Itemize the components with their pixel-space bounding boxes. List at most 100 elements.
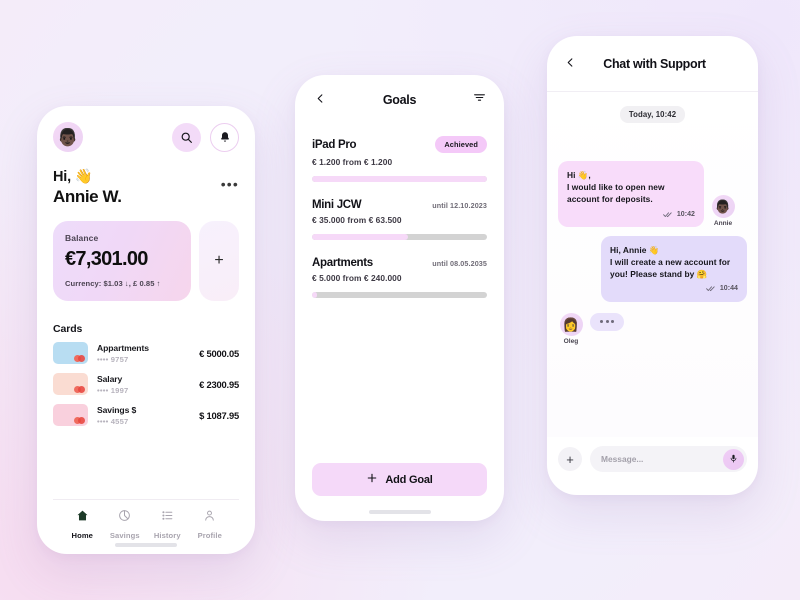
more-options-button[interactable]: ••• xyxy=(221,168,239,192)
message-bubble[interactable]: Hi, Annie 👋 I will create a new account … xyxy=(601,235,747,302)
card-digits: •••• 4557 xyxy=(97,416,129,426)
chat-header: Chat with Support xyxy=(547,36,758,92)
home-icon xyxy=(76,509,89,527)
author-name: Annie xyxy=(713,219,733,227)
goal-deadline: until 08.05.2035 xyxy=(432,258,487,268)
list-item[interactable]: iPad Pro Achieved € 1.200 from € 1.200 xyxy=(312,136,487,182)
goals-content: Goals iPad Pro Achieved € 1.200 from € 1… xyxy=(295,75,504,521)
balance-card-stack xyxy=(60,296,184,306)
chat-messages: Today, 10:42 Hi 👋, I would like to open … xyxy=(547,92,758,437)
list-item[interactable]: Apartments until 08.05.2035 € 5.000 from… xyxy=(312,257,487,298)
message-text: Hi, Annie 👋 I will create a new account … xyxy=(610,244,731,280)
message-time: 10:44 xyxy=(719,285,738,293)
typing-dots-icon xyxy=(590,312,624,331)
message-meta: 10:42 xyxy=(567,209,695,221)
goals-header: Goals xyxy=(312,92,487,108)
goal-name: Mini JCW xyxy=(312,199,362,211)
message-author: 👨🏿 Annie xyxy=(710,194,736,227)
card-amount: € 2300.95 xyxy=(199,378,239,390)
tab-profile[interactable]: Profile xyxy=(189,509,232,540)
goal-header: Mini JCW until 12.10.2023 xyxy=(312,199,487,211)
goals-list: iPad Pro Achieved € 1.200 from € 1.200 M… xyxy=(312,136,487,298)
chevron-left-icon xyxy=(315,91,326,109)
greeting-text: Hi, 👋 xyxy=(53,169,93,185)
page-title: Chat with Support xyxy=(603,56,706,71)
balance-card[interactable]: Balance €7,301.00 Currency: $1.03 ↓, £ 0… xyxy=(53,221,191,306)
filter-icon xyxy=(473,91,486,109)
bottom-navigation: Home Savings History Profile xyxy=(53,499,239,543)
home-content: 👨🏿 Hi, 👋 Annie W. ••• Balance €7,301.00 … xyxy=(37,106,255,554)
greeting-row: Hi, 👋 Annie W. ••• xyxy=(53,168,239,207)
card-thumbnail xyxy=(53,404,88,426)
person-icon xyxy=(203,509,216,527)
balance-row: Balance €7,301.00 Currency: $1.03 ↓, £ 0… xyxy=(53,221,239,306)
tab-label: Profile xyxy=(197,531,222,540)
day-timestamp: Today, 10:42 xyxy=(619,106,686,123)
balance-amount: €7,301.00 xyxy=(65,248,148,270)
message-row-outgoing: Hi, Annie 👋 I will create a new account … xyxy=(558,235,747,302)
double-check-icon xyxy=(662,209,673,221)
avatar[interactable]: 👨🏿 xyxy=(53,122,83,152)
back-button[interactable] xyxy=(562,56,578,72)
card-name: Salary xyxy=(97,373,123,384)
notifications-button[interactable] xyxy=(210,122,239,152)
goal-name: iPad Pro xyxy=(312,138,357,151)
card-digits: •••• 1997 xyxy=(97,385,129,395)
message-composer: + Message... xyxy=(547,437,758,484)
filter-button[interactable] xyxy=(471,92,487,108)
progress-fill xyxy=(312,176,487,182)
search-icon xyxy=(180,131,193,144)
home-header: 👨🏿 xyxy=(53,122,239,152)
progress-bar xyxy=(312,234,487,240)
phone-chat-screen: Chat with Support Today, 10:42 Hi 👋, I w… xyxy=(547,36,758,495)
card-meta: Savings $ •••• 4557 xyxy=(97,405,190,426)
avatar[interactable]: 👨🏿 xyxy=(711,194,735,218)
add-goal-area: Add Goal xyxy=(312,463,487,510)
avatar[interactable]: 👩 xyxy=(559,312,583,336)
home-indicator xyxy=(368,510,431,514)
list-item[interactable]: Salary •••• 1997 € 2300.95 xyxy=(53,373,239,395)
author-name: Oleg xyxy=(563,337,579,345)
tab-savings[interactable]: Savings xyxy=(104,509,147,540)
search-button[interactable] xyxy=(172,122,201,152)
tab-home[interactable]: Home xyxy=(61,509,104,540)
attach-button[interactable]: + xyxy=(558,447,582,471)
add-goal-label: Add Goal xyxy=(385,473,433,486)
phone-home-screen: 👨🏿 Hi, 👋 Annie W. ••• Balance €7,301.00 … xyxy=(37,106,255,554)
tab-history[interactable]: History xyxy=(146,509,189,540)
message-placeholder: Message... xyxy=(601,454,644,464)
card-thumbnail xyxy=(53,342,88,364)
page-title: Goals xyxy=(382,93,417,107)
list-item[interactable]: Savings $ •••• 4557 $ 1087.95 xyxy=(53,404,239,426)
card-name: Savings $ xyxy=(97,404,137,415)
tab-label: Home xyxy=(71,531,93,540)
add-card-button[interactable]: + xyxy=(199,221,239,301)
back-button[interactable] xyxy=(312,92,328,108)
add-goal-button[interactable]: Add Goal xyxy=(312,463,487,496)
microphone-icon xyxy=(729,450,738,468)
progress-bar xyxy=(312,292,487,298)
card-meta: Appartments •••• 9757 xyxy=(97,343,190,364)
app-mockup-stage: 👨🏿 Hi, 👋 Annie W. ••• Balance €7,301.00 … xyxy=(0,0,800,600)
avatar-emoji: 👨🏿 xyxy=(714,198,732,214)
goal-summary: € 1.200 from € 1.200 xyxy=(312,157,393,167)
list-item[interactable]: Mini JCW until 12.10.2023 € 35.000 from … xyxy=(312,199,487,240)
message-row-incoming: Hi 👋, I would like to open new account f… xyxy=(558,161,747,227)
card-amount: € 5000.05 xyxy=(199,347,239,359)
microphone-button[interactable] xyxy=(723,448,744,470)
cards-list: Appartments •••• 9757 € 5000.05 Salary •… xyxy=(53,342,239,426)
status-badge: Achieved xyxy=(435,136,487,153)
progress-fill xyxy=(312,292,318,298)
avatar-emoji: 👩 xyxy=(562,316,580,332)
goal-header: Apartments until 08.05.2035 xyxy=(312,257,487,269)
user-name: Annie W. xyxy=(53,187,122,206)
list-icon xyxy=(161,509,174,527)
message-input[interactable]: Message... xyxy=(590,446,747,472)
list-item[interactable]: Appartments •••• 9757 € 5000.05 xyxy=(53,342,239,364)
plus-icon xyxy=(366,472,378,487)
currency-rates: Currency: $1.03 ↓, £ 0.85 ↑ xyxy=(65,279,161,288)
message-bubble[interactable]: Hi 👋, I would like to open new account f… xyxy=(558,161,704,227)
mastercard-icon xyxy=(74,416,85,424)
pie-chart-icon xyxy=(118,509,131,527)
goal-name: Apartments xyxy=(312,257,373,269)
